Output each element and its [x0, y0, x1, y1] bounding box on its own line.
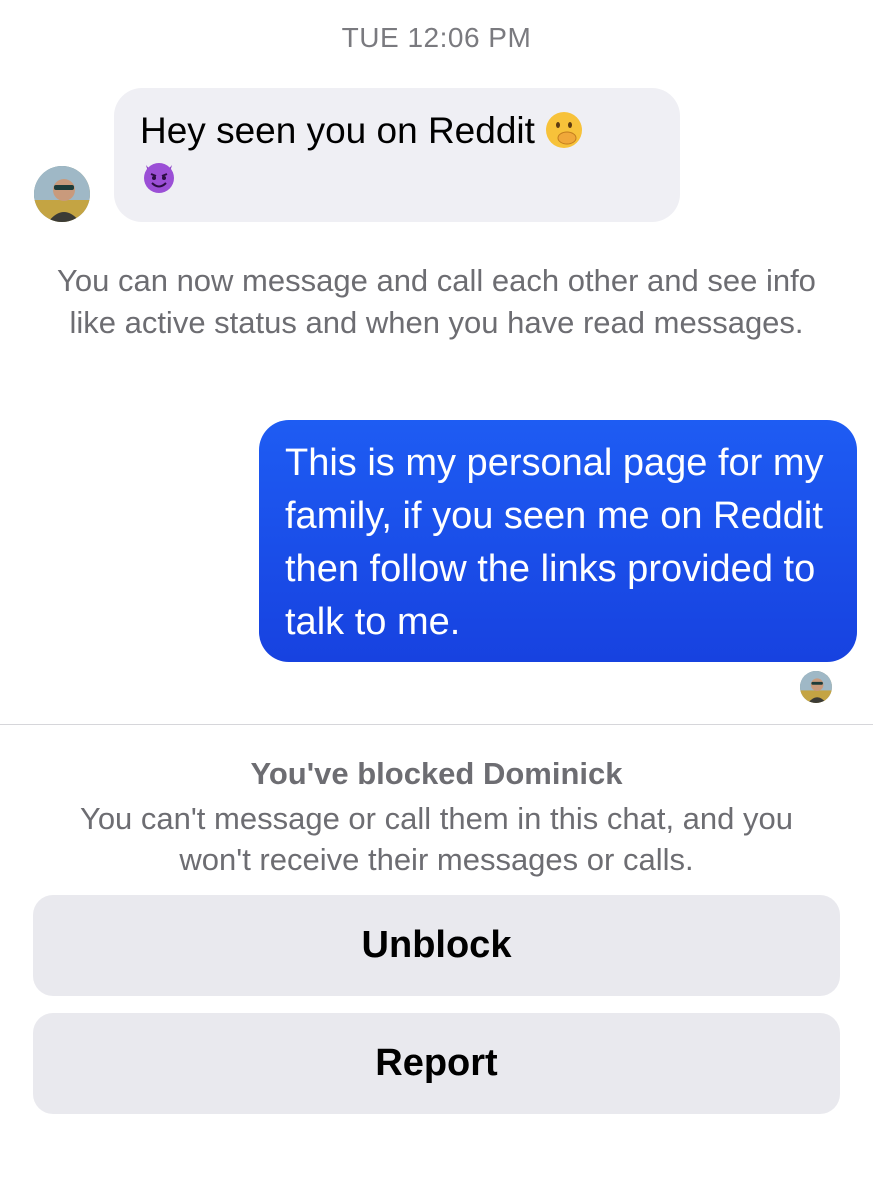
blocked-description: You can't message or call them in this c…: [79, 801, 793, 877]
outgoing-message-bubble[interactable]: This is my personal page for my family, …: [259, 420, 857, 662]
report-button[interactable]: Report: [33, 1013, 840, 1114]
hand-over-mouth-emoji-icon: [545, 111, 583, 149]
contact-avatar[interactable]: [34, 166, 90, 222]
smiling-devil-emoji-icon: [140, 157, 178, 195]
blocked-title: You've blocked Dominick: [250, 756, 623, 791]
avatar-photo-icon: [800, 671, 832, 703]
unblock-button[interactable]: Unblock: [33, 895, 840, 996]
message-timestamp: TUE 12:06 PM: [341, 22, 532, 53]
connection-system-note: You can now message and call each other …: [57, 263, 816, 340]
avatar-photo-icon: [34, 166, 90, 222]
outgoing-message-text: This is my personal page for my family, …: [285, 442, 824, 643]
incoming-message-bubble[interactable]: Hey seen you on Reddit: [114, 88, 680, 222]
block-panel-divider: [0, 724, 873, 725]
read-receipt-avatar: [800, 671, 832, 703]
incoming-message-text: Hey seen you on Reddit: [140, 110, 535, 151]
